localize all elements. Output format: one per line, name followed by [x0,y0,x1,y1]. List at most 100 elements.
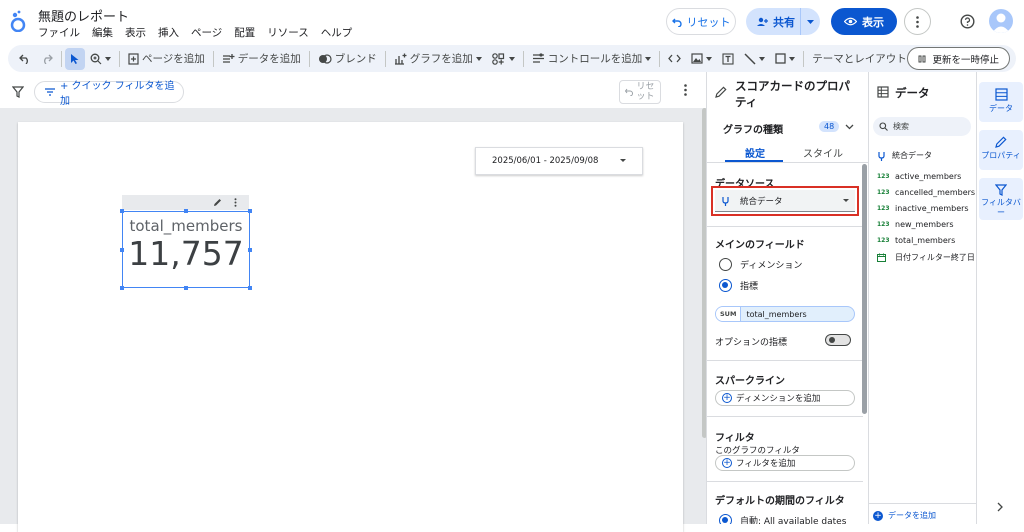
report-page[interactable]: 2025/06/01 - 2025/09/08 total_members 11… [18,122,683,532]
field-item[interactable]: 123 inactive_members [877,204,969,213]
line-button[interactable] [739,48,770,70]
add-chart-label: グラフを追加 [409,53,473,65]
app-header: 無題のレポート ファイル 編集 表示 挿入 ページ 配置 リソース ヘルプ リセ… [0,0,1024,42]
metric-aggregation[interactable]: SUM [716,307,742,321]
blend-icon [318,53,332,64]
toolbar-divider [522,50,524,67]
pencil-icon[interactable] [213,198,222,207]
view-button[interactable]: 表示 [831,8,897,35]
view-label: 表示 [862,15,884,29]
table-icon [877,86,889,98]
radio-dimension[interactable]: ディメンション [719,258,802,271]
looker-studio-logo-icon[interactable] [10,10,26,32]
resize-handle[interactable] [120,209,124,213]
data-source-item[interactable]: 統合データ [877,150,932,161]
add-dimension-label: ディメンションを追加 [736,394,821,404]
chart-type-label[interactable]: グラフの種類 [723,121,783,136]
menu-arrange[interactable]: 配置 [234,25,255,40]
theme-layout-button[interactable]: テーマとレイアウト [807,48,912,70]
resize-handle[interactable] [120,248,124,252]
number-type-icon: 123 [877,173,890,180]
image-icon [691,53,703,64]
resize-handle[interactable] [248,248,252,252]
filter-funnel-icon[interactable] [12,86,24,98]
pause-update-label: 更新を一時停止 [932,54,999,66]
resize-handle[interactable] [248,286,252,290]
canvas-reset-button[interactable]: リセ ット [619,80,661,104]
tab-style[interactable]: スタイル [793,145,853,160]
caret-down-icon [645,56,652,61]
metric-chip[interactable]: SUM total_members [715,306,855,322]
chevron-right-icon[interactable] [997,502,1003,512]
menu-help[interactable]: ヘルプ [321,25,353,40]
properties-scrollbar[interactable] [862,164,867,414]
help-button[interactable] [954,8,981,35]
add-control-label: コントロールを追加 [547,53,643,65]
section-divider [707,360,863,361]
blend-button[interactable]: ブレンド [313,48,382,70]
rail-filter-bar-label: フィルタバー [981,198,1021,217]
quick-filter-button[interactable]: + クイック フィルタを追加 [34,81,184,107]
select-tool-button[interactable] [65,47,85,70]
canvas-area[interactable]: 2025/06/01 - 2025/09/08 total_members 11… [0,108,706,532]
redo-button[interactable] [36,48,58,70]
menu-view[interactable]: 表示 [125,25,146,40]
scorecard-chart[interactable]: total_members 11,757 [120,209,252,290]
canvas-more-icon[interactable] [684,84,687,96]
rail-properties-button[interactable]: プロパティ [979,130,1023,170]
field-search-input[interactable]: 検索 [873,117,971,136]
add-filter-button[interactable]: + フィルタを追加 [715,455,855,471]
zoom-button[interactable] [85,48,116,70]
menu-page[interactable]: ページ [191,25,222,40]
tab-settings[interactable]: 設定 [727,145,783,160]
menu-file[interactable]: ファイル [38,25,80,40]
image-button[interactable] [686,48,717,70]
optional-metric-toggle[interactable] [825,334,851,346]
resize-handle[interactable] [184,209,188,213]
more-options-button[interactable] [904,8,931,35]
rail-data-button[interactable]: データ [979,82,1023,122]
radio-metric[interactable]: 指標 [719,279,758,292]
field-item[interactable]: 日付フィルター終了日 [877,252,975,263]
embed-button[interactable] [663,48,686,70]
rail-filter-bar-button[interactable]: フィルタバー [979,178,1023,220]
field-item[interactable]: 123 active_members [877,172,961,181]
resize-handle[interactable] [120,286,124,290]
toolbar-divider [61,50,62,67]
shape-button[interactable] [770,48,800,70]
radio-auto-period[interactable]: 自動: All available dates [719,514,846,524]
add-chart-button[interactable]: グラフを追加 [389,48,487,70]
resize-handle[interactable] [248,209,252,213]
field-name: active_members [895,172,962,181]
pause-update-button[interactable]: 更新を一時停止 [907,47,1010,70]
field-item[interactable]: 123 new_members [877,220,954,229]
undo-button[interactable] [14,48,36,70]
chevron-down-icon[interactable] [845,124,854,130]
menu-edit[interactable]: 編集 [92,25,113,40]
community-viz-button[interactable] [487,48,520,70]
radio-checked-icon [719,514,732,524]
field-item[interactable]: 123 cancelled_members [877,188,975,197]
auto-period-label: 自動: All available dates [740,517,847,524]
date-range-control[interactable]: 2025/06/01 - 2025/09/08 [475,147,643,175]
add-page-button[interactable]: ページを追加 [123,48,210,70]
text-button[interactable] [717,48,739,70]
add-dimension-button[interactable]: + ディメンションを追加 [715,390,855,406]
filter-title: フィルタ [715,433,755,444]
menu-insert[interactable]: 挿入 [158,25,179,40]
filter-funnel-icon [995,184,1007,196]
field-item[interactable]: 123 total_members [877,236,955,245]
menu-resources[interactable]: リソース [267,25,308,40]
report-title[interactable]: 無題のレポート [38,6,129,25]
more-vert-icon[interactable] [234,198,237,207]
add-control-button[interactable]: コントロールを追加 [527,48,657,70]
reset-button[interactable]: リセット [666,8,736,35]
resize-handle[interactable] [184,286,188,290]
user-avatar[interactable] [989,9,1013,33]
field-name: total_members [895,236,956,245]
add-filter-label: フィルタを追加 [736,459,796,469]
add-data-link[interactable]: + データを追加 [873,510,936,521]
data-source-select[interactable]: 統合データ [715,190,855,212]
share-dropdown-button[interactable] [800,8,820,35]
add-data-button[interactable]: データを追加 [217,48,306,70]
